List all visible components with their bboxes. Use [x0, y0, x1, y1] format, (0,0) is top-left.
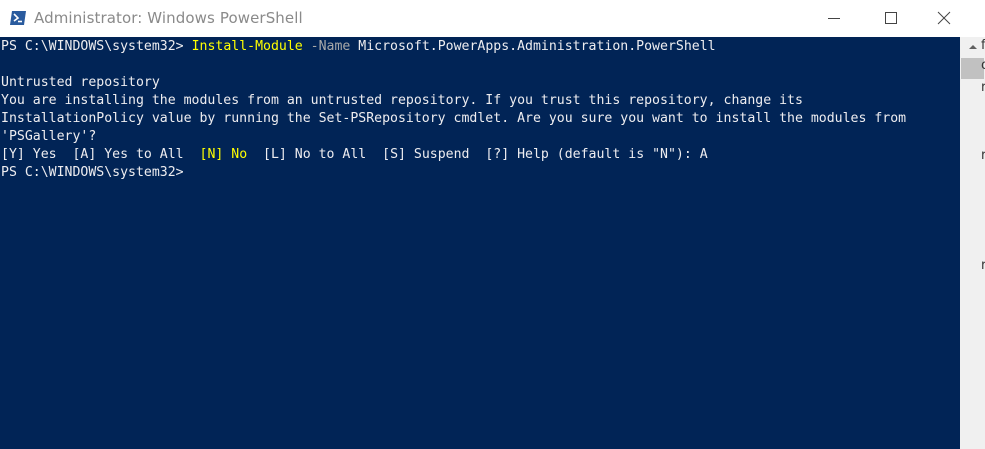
maximize-button[interactable]: [865, 0, 919, 36]
maximize-icon: [885, 12, 897, 24]
background-window-char: f: [981, 38, 985, 53]
command-name: Install-Module: [191, 39, 303, 54]
choice-yes-to-all: [A] Yes to All: [72, 147, 200, 162]
background-window-char: r: [981, 80, 985, 95]
command-argument: Microsoft.PowerApps.Administration.Power…: [350, 39, 716, 54]
title-bar[interactable]: Administrator: Windows PowerShell: [0, 0, 960, 36]
console-line-command: PS C:\WINDOWS\system32> Install-Module -…: [1, 38, 716, 56]
console-line-choices: [Y] Yes [A] Yes to All [N] No [L] No to …: [1, 146, 708, 164]
console-line-warning-text-1: You are installing the modules from an u…: [1, 93, 803, 108]
window-title: Administrator: Windows PowerShell: [34, 9, 303, 27]
prompt-text: PS C:\WINDOWS\system32>: [1, 39, 192, 54]
console-output[interactable]: PS C:\WINDOWS\system32> Install-Module -…: [0, 37, 960, 449]
choice-yes: [Y] Yes: [1, 147, 73, 162]
choice-rest: [L] No to All [S] Suspend [?] Help (defa…: [247, 147, 708, 162]
chevron-up-icon: [969, 45, 977, 49]
background-window-char: r: [981, 258, 985, 273]
console-line-warning-text-2: InstallationPolicy value by running the …: [1, 111, 907, 126]
powershell-window: Administrator: Windows PowerShell PS C:\…: [0, 0, 960, 449]
console-line-prompt: PS C:\WINDOWS\system32>: [1, 165, 184, 180]
background-window-char: o: [981, 58, 985, 73]
console-line-warning-title: Untrusted repository: [1, 75, 160, 90]
console-line-warning-text-3: 'PSGallery'?: [1, 129, 97, 144]
close-icon: [937, 11, 951, 25]
command-parameter: -Name: [302, 39, 351, 54]
minimize-button[interactable]: [808, 0, 862, 36]
choice-no-default: [N] No: [199, 147, 248, 162]
close-button[interactable]: [920, 0, 960, 36]
vertical-scrollbar[interactable]: [960, 37, 985, 449]
background-window-char: r: [981, 148, 985, 163]
powershell-icon: [10, 11, 26, 25]
minimize-icon: [828, 18, 840, 19]
